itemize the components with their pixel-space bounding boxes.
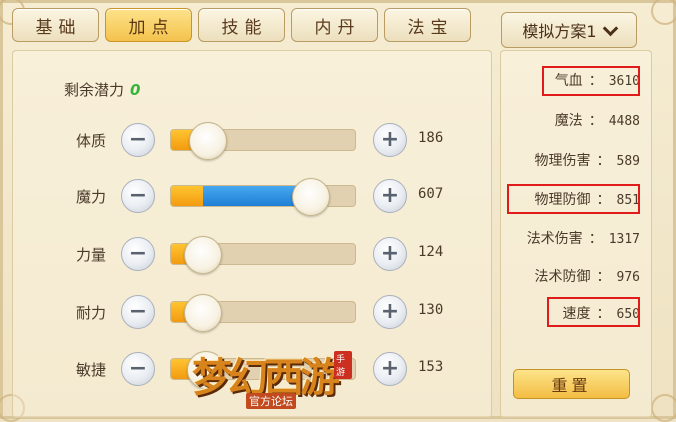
stat-separator: ： bbox=[596, 269, 611, 285]
slider-fill-base bbox=[171, 186, 203, 206]
stat-value: 4488 bbox=[608, 114, 640, 129]
plan-select-dropdown[interactable]: 模拟方案1 bbox=[501, 12, 637, 48]
slider-knob[interactable] bbox=[184, 236, 222, 274]
attribute-label: 敏捷 bbox=[76, 361, 107, 379]
stat-label: 物理伤害 bbox=[534, 153, 591, 169]
tab-inner-core[interactable]: 内丹 bbox=[291, 8, 378, 42]
highlight-box bbox=[547, 297, 640, 327]
attribute-label: 耐力 bbox=[76, 304, 107, 322]
tab-bar: 基础 加点 技能 内丹 法宝 bbox=[12, 8, 471, 42]
decrease-button[interactable]: − bbox=[121, 123, 155, 157]
attribute-label: 体质 bbox=[76, 132, 107, 150]
tab-skills[interactable]: 技能 bbox=[198, 8, 285, 42]
decrease-button[interactable]: − bbox=[121, 179, 155, 213]
slider-knob[interactable] bbox=[184, 294, 222, 332]
logo-subtitle: 官方论坛 bbox=[246, 393, 296, 409]
stat-label: 魔法 bbox=[554, 113, 583, 129]
tab-treasure[interactable]: 法宝 bbox=[384, 8, 471, 42]
attribute-row-magic: 魔力 − +607 bbox=[0, 176, 490, 216]
slider-knob[interactable] bbox=[189, 122, 227, 160]
attribute-row-endurance: 耐力 − +130 bbox=[0, 292, 490, 332]
increase-button[interactable]: + bbox=[373, 352, 407, 386]
attribute-value: 153 bbox=[418, 359, 444, 375]
plan-select-label: 模拟方案1 bbox=[522, 22, 597, 41]
increase-button[interactable]: + bbox=[373, 237, 407, 271]
corner-ornament bbox=[651, 0, 676, 25]
decrease-button[interactable]: − bbox=[121, 295, 155, 329]
attribute-value: 124 bbox=[418, 244, 444, 260]
potential-label: 剩余潜力 bbox=[64, 81, 125, 99]
remaining-potential: 剩余潜力 0 bbox=[64, 79, 140, 100]
chevron-down-icon bbox=[602, 20, 618, 36]
highlight-box bbox=[542, 66, 640, 96]
stat-4: 法术伤害 ： 1317 bbox=[527, 228, 640, 248]
stat-value: 1317 bbox=[608, 232, 640, 247]
watermark-logo: 梦幻西游 官方论坛 手游 bbox=[192, 345, 352, 415]
corner-ornament bbox=[651, 394, 676, 422]
stat-label: 法术伤害 bbox=[526, 231, 583, 247]
attribute-value: 186 bbox=[418, 130, 444, 146]
attribute-row-constitution: 体质 − +186 bbox=[0, 120, 490, 160]
stat-value: 589 bbox=[616, 154, 640, 169]
stat-2: 物理伤害 ： 589 bbox=[535, 150, 640, 170]
attribute-value: 130 bbox=[418, 302, 444, 318]
increase-button[interactable]: + bbox=[373, 179, 407, 213]
increase-button[interactable]: + bbox=[373, 295, 407, 329]
decrease-button[interactable]: − bbox=[121, 237, 155, 271]
reset-button[interactable]: 重置 bbox=[513, 369, 630, 399]
stat-5: 法术防御 ： 976 bbox=[535, 266, 640, 286]
stat-label: 法术防御 bbox=[534, 269, 591, 285]
stat-separator: ： bbox=[588, 113, 603, 129]
attribute-label: 魔力 bbox=[76, 188, 107, 206]
attribute-value: 607 bbox=[418, 186, 444, 202]
increase-button[interactable]: + bbox=[373, 123, 407, 157]
potential-value: 0 bbox=[130, 80, 141, 99]
slider-knob[interactable] bbox=[292, 178, 330, 216]
stat-separator: ： bbox=[596, 153, 611, 169]
tab-basic[interactable]: 基础 bbox=[12, 8, 99, 42]
highlight-box bbox=[507, 184, 640, 214]
attribute-row-strength: 力量 − +124 bbox=[0, 234, 490, 274]
decrease-button[interactable]: − bbox=[121, 352, 155, 386]
stat-1: 魔法 ： 4488 bbox=[555, 110, 640, 130]
logo-badge: 手游 bbox=[334, 351, 352, 379]
stat-value: 976 bbox=[616, 270, 640, 285]
tab-add-points[interactable]: 加点 bbox=[105, 8, 192, 42]
stat-separator: ： bbox=[588, 231, 603, 247]
attribute-label: 力量 bbox=[76, 246, 107, 264]
